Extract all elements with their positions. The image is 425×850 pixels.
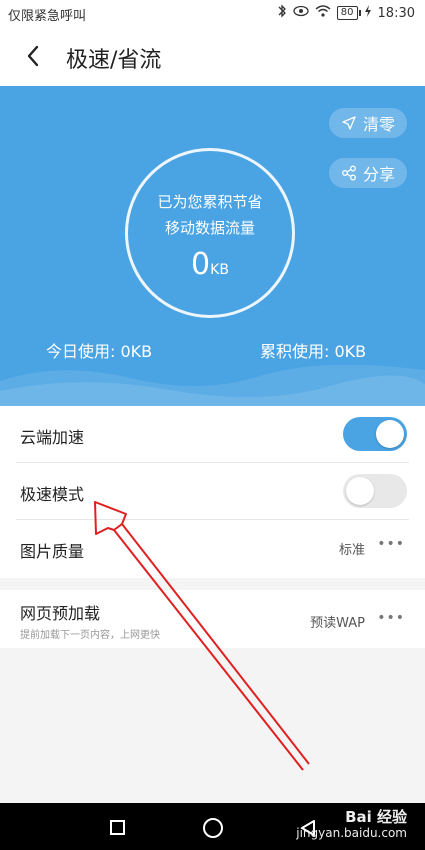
savings-value: 0 [191, 247, 211, 282]
preload-description: 提前加载下一页内容，上网更快 [20, 630, 160, 641]
clear-label: 清零 [362, 115, 395, 134]
home-button[interactable] [203, 818, 223, 838]
broom-icon [342, 116, 356, 130]
back-button[interactable] [18, 40, 48, 72]
system-nav-bar: Bai 经验 jingyan.baidu.com [0, 803, 425, 850]
watermark-brand: Bai 经验 [345, 808, 407, 826]
savings-caption-line2: 移动数据流量 [164, 219, 255, 237]
preload-more-icon[interactable]: ••• [377, 610, 405, 626]
clear-button[interactable]: 清零 [328, 108, 407, 138]
toggle-knob [346, 477, 374, 505]
setting-fast-mode[interactable]: 极速模式 [0, 463, 425, 520]
fast-mode-toggle[interactable] [343, 474, 407, 508]
setting-image-quality[interactable]: 图片质量 标准 ••• [0, 520, 425, 577]
carrier-text: 仅限紧急呼叫 [8, 9, 87, 24]
share-button[interactable]: 分享 [328, 158, 407, 188]
traffic-savings-panel: 清零 分享 已为您累积节省 移动数据流量 0KB 今日使用: 0KB 累积使用:… [0, 86, 425, 406]
battery-icon: 80 [336, 6, 361, 20]
image-quality-label: 图片质量 [20, 542, 85, 561]
toggle-knob [376, 420, 404, 448]
setting-cloud-accel[interactable]: 云端加速 [0, 406, 425, 463]
charging-icon [364, 5, 372, 21]
savings-unit: KB [210, 262, 229, 278]
status-bar: 仅限紧急呼叫 80 18:30 [0, 0, 425, 26]
fast-mode-label: 极速模式 [20, 485, 85, 504]
image-quality-value: 标准 [338, 543, 365, 558]
preload-label: 网页预加载 [20, 604, 101, 623]
watermark: Bai 经验 jingyan.baidu.com [296, 809, 407, 841]
status-icons: 80 18:30 [277, 4, 415, 22]
share-icon [342, 165, 356, 181]
share-label: 分享 [362, 165, 395, 184]
setting-page-preload[interactable]: 网页预加载 提前加载下一页内容，上网更快 预读WAP ••• [0, 590, 425, 648]
eye-icon [293, 5, 309, 21]
recents-button[interactable] [110, 820, 125, 835]
bluetooth-icon [277, 4, 287, 22]
image-quality-more-icon[interactable]: ••• [377, 536, 405, 552]
preload-value: 预读WAP [310, 616, 365, 631]
title-bar: 极速/省流 [0, 26, 425, 86]
savings-circle: 已为您累积节省 移动数据流量 0KB [125, 148, 295, 318]
page-title: 极速/省流 [66, 48, 162, 73]
watermark-url: jingyan.baidu.com [296, 826, 407, 840]
savings-caption-line1: 已为您累积节省 [157, 193, 263, 211]
clock-time: 18:30 [377, 5, 415, 21]
savings-amount: 0KB [128, 247, 292, 282]
chevron-left-icon [27, 45, 39, 67]
cloud-accel-label: 云端加速 [20, 428, 85, 447]
cloud-accel-toggle[interactable] [343, 417, 407, 451]
wave-decoration [0, 364, 425, 406]
settings-list: 云端加速 极速模式 图片质量 标准 ••• [0, 406, 425, 578]
wifi-icon [315, 5, 331, 21]
